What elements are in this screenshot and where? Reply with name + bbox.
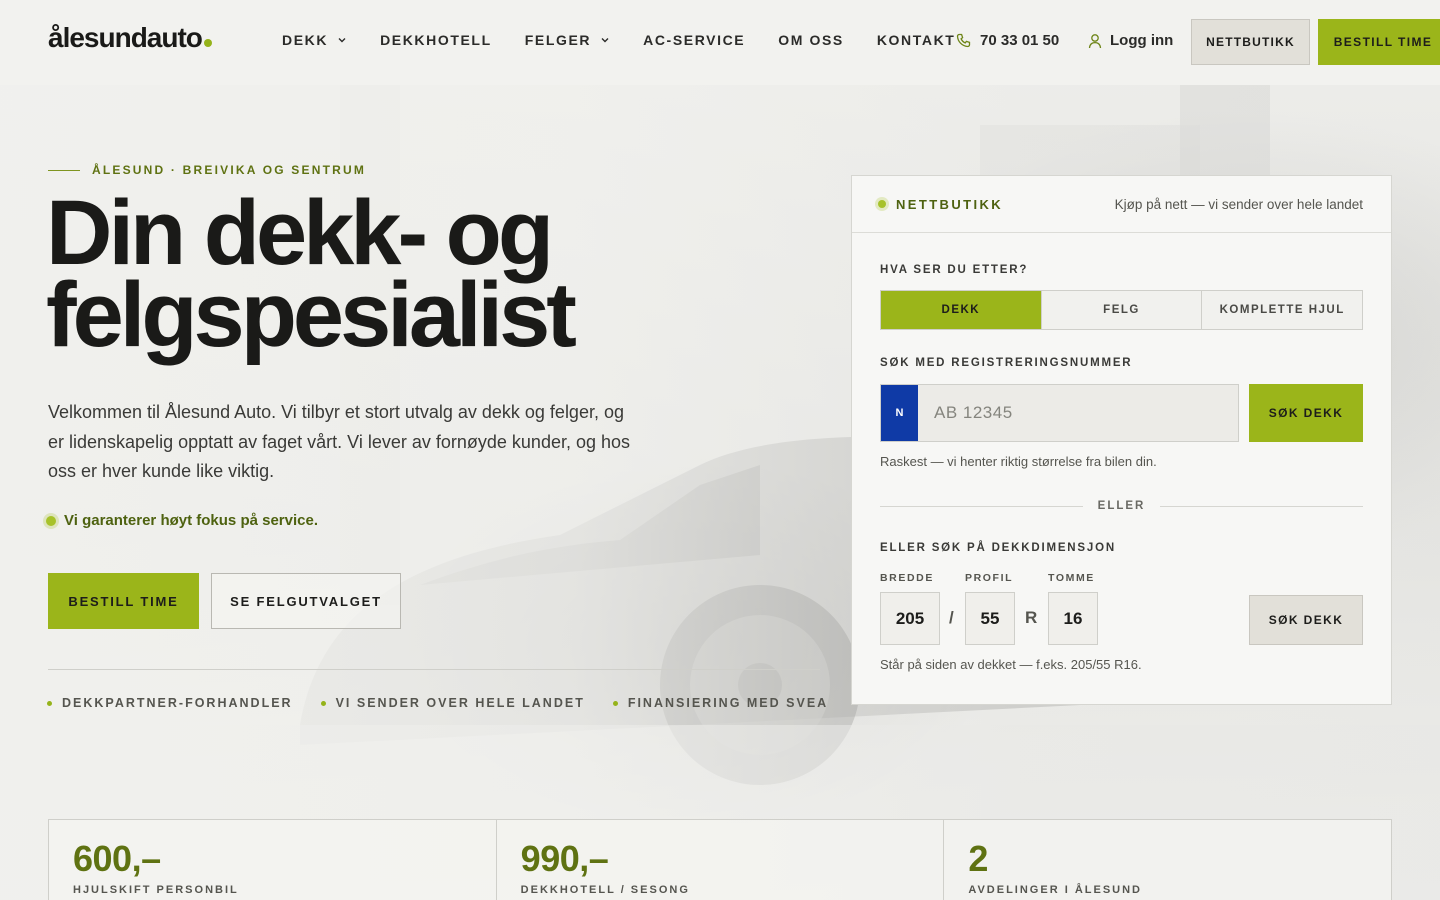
plate-hint: Raskest — vi henter riktig størrelse fra… [880,454,1157,469]
eyebrow-text: ÅLESUND · BREIVIKA OG SENTRUM [92,163,367,177]
nav-item-dekkhotell[interactable]: DEKKHOTELL [380,32,492,48]
guarantee-text: Vi garanterer høyt fokus på service. [64,512,318,529]
tab-felg[interactable]: FELG [1041,291,1203,329]
nav-item-label: DEKKHOTELL [380,32,492,48]
divider-line [1160,505,1364,507]
dimension-hint: Står på siden av dekket — f.eks. 205/55 … [880,657,1142,672]
status-dot-icon [46,515,56,526]
trust-badge-label: DEKKPARTNER-FORHANDLER [62,696,293,710]
panel-header: NETTBUTIKK Kjøp på nett — vi sender over… [852,176,1391,233]
chevron-down-icon [601,38,609,43]
trust-badges: DEKKPARTNER-FORHANDLER VI SENDER OVER HE… [47,696,856,710]
stat-value: 600,– [73,838,161,879]
product-type-tabs: DEKK FELG KOMPLETTE HJUL [880,290,1363,330]
phone-link[interactable]: 70 33 01 50 [956,32,1059,49]
stat-label: DEKKHOTELL / SESONG [520,884,690,896]
nav-item-label: DEKK [282,32,329,48]
search-by-dimension-button[interactable]: SØK DEKK [1249,595,1363,645]
hero-headline: Din dekk- og felgspesialist [46,187,826,361]
nav-item-label: OM OSS [778,32,844,48]
phone-number: 70 33 01 50 [980,32,1060,49]
site-logo[interactable]: ålesundauto [48,22,212,54]
profile-field[interactable]: 55 [965,592,1015,645]
phone-icon [956,33,971,47]
nav-item-om-oss[interactable]: OM OSS [778,32,844,48]
dimension-slash: / [949,608,954,627]
hero-divider [48,669,820,670]
hero-intro: Velkommen til Ålesund Auto. Vi tilbyr et… [48,402,631,481]
license-plate-field: N [880,384,1239,442]
headline-line-2: felgspesialist [46,264,577,366]
panel-title: NETTBUTIKK [878,197,1003,212]
width-field[interactable]: 205 [880,592,940,645]
status-dot-icon [878,200,886,208]
trust-badge: VI SENDER OVER HELE LANDET [320,696,585,710]
dimension-r: R [1025,608,1038,627]
reg-number-input[interactable] [918,385,1238,441]
rim-size-label: TOMME [1048,572,1095,584]
trust-badge: DEKKPARTNER-FORHANDLER [47,696,293,710]
bullet-icon [320,700,326,706]
stat-card: 2 AVDELINGER I ÅLESUND [944,820,1391,900]
panel-subtitle: Kjøp på nett — vi sender over hele lande… [1114,196,1363,212]
main-nav: DEKK DEKKHOTELL FELGER AC-SERVICE OM OSS… [282,32,988,48]
stat-value: 990,– [520,838,609,879]
tab-dekk[interactable]: DEKK [881,291,1042,329]
service-guarantee: Vi garanterer høyt fokus på service. [46,512,318,529]
stat-label: AVDELINGER I ÅLESUND [968,884,1142,896]
reg-search-label: SØK MED REGISTRERINGSNUMMER [880,357,1133,369]
nettbutikk-button[interactable]: NETTBUTIKK [1191,19,1310,65]
tab-komplette-hjul[interactable]: KOMPLETTE HJUL [1202,291,1363,329]
nav-item-kontakt[interactable]: KONTAKT [877,32,956,48]
nav-item-dekk[interactable]: DEKK [282,32,347,48]
chevron-down-icon [338,38,346,43]
dimension-search-label: ELLER SØK PÅ DEKKDIMENSJON [880,542,1116,554]
bullet-icon [47,700,52,706]
panel-title-text: NETTBUTIKK [896,196,1004,212]
bullet-icon [612,700,618,706]
divider-line [880,505,1083,507]
login-link[interactable]: Logg inn [1088,32,1173,49]
book-appointment-button[interactable]: BESTILL TIME [48,573,199,629]
trust-badge-label: FINANSIERING MED SVEA [627,696,829,710]
trust-badge: FINANSIERING MED SVEA [612,696,829,710]
search-by-plate-button[interactable]: SØK DEKK [1249,384,1363,442]
header-book-button[interactable]: BESTILL TIME [1318,19,1440,65]
nav-item-label: FELGER [524,32,592,48]
login-label: Logg inn [1110,32,1174,49]
nav-item-felger[interactable]: FELGER [525,32,610,48]
trust-badge-label: VI SENDER OVER HELE LANDET [335,696,585,710]
logo-text: ålesundauto [48,22,203,53]
stat-card: 990,– DEKKHOTELL / SESONG [497,820,945,900]
rim-size-field[interactable]: 16 [1048,592,1098,645]
tire-search-panel: NETTBUTIKK Kjøp på nett — vi sender over… [851,175,1392,705]
nav-item-label: KONTAKT [876,32,956,48]
nav-item-label: AC-SERVICE [643,32,746,48]
stat-label: HJULSKIFT PERSONBIL [73,884,239,896]
width-label: BREDDE [880,572,934,584]
stat-card: 600,– HJULSKIFT PERSONBIL [49,820,497,900]
stats-bar: 600,– HJULSKIFT PERSONBIL 990,– DEKKHOTE… [48,819,1392,900]
hero-eyebrow: ÅLESUND · BREIVIKA OG SENTRUM [48,163,366,177]
eyebrow-line [48,169,80,171]
site-header: ålesundauto DEKK DEKKHOTELL FELGER AC-SE… [0,0,1440,85]
see-rims-button[interactable]: SE FELGUTVALGET [211,573,401,629]
nav-item-ac-service[interactable]: AC-SERVICE [643,32,745,48]
or-divider: ELLER [880,498,1364,514]
or-text: ELLER [1097,500,1146,512]
stat-value: 2 [968,838,988,879]
logo-dot-icon [203,39,212,47]
user-icon [1088,33,1102,48]
product-type-label: HVA SER DU ETTER? [880,264,1029,276]
profile-label: PROFIL [965,572,1014,584]
plate-country-code: N [881,385,918,441]
